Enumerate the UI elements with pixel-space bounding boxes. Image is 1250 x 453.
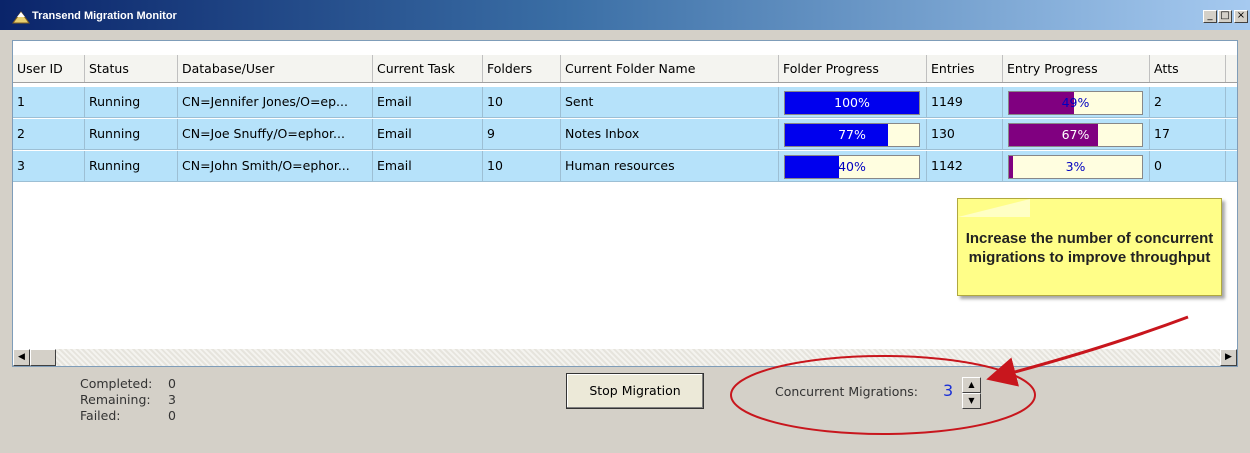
annotation-overlay	[730, 315, 1189, 435]
annotation-arrow	[986, 315, 1189, 387]
highlight-ellipse	[730, 355, 1036, 435]
